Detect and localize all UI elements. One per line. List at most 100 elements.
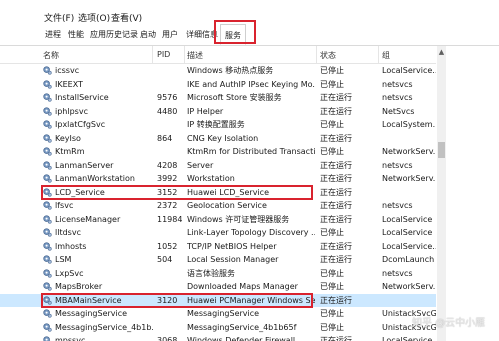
service-pid: 504 xyxy=(157,255,173,264)
tab-users[interactable]: 用户 xyxy=(162,29,178,40)
gear-service-icon xyxy=(43,133,52,143)
service-description: MessagingService_4b1b65f xyxy=(187,322,297,332)
service-name: lmhosts xyxy=(55,241,87,251)
service-name: InstallService xyxy=(55,93,109,102)
service-name: IpxlatCfgSvc xyxy=(55,120,106,129)
table-row[interactable]: lltdsvc Link-Layer Topology Discovery ...… xyxy=(0,226,436,240)
service-group: NetSvcs xyxy=(382,106,415,116)
gear-service-icon xyxy=(43,66,52,75)
service-group: LocalService xyxy=(382,228,433,237)
service-group: NetworkServ... xyxy=(382,174,436,183)
menu-file[interactable]: 文件(F) xyxy=(44,11,74,24)
service-description: IKE and AuthIP IPsec Keying Mo... xyxy=(187,79,315,89)
table-row[interactable]: MessagingService MessagingService 已停止 Unist… xyxy=(0,307,436,321)
row-highlight-box xyxy=(41,184,313,200)
column-divider[interactable] xyxy=(152,46,153,63)
column-divider[interactable] xyxy=(316,46,317,63)
service-description: Windows 移动热点服务 xyxy=(187,66,274,75)
service-status: 正在运行 xyxy=(320,201,352,210)
service-status: 已停止 xyxy=(320,66,344,75)
service-status: 已停止 xyxy=(320,147,344,156)
gear-service-icon xyxy=(43,255,52,264)
service-group: netsvcs xyxy=(382,160,413,170)
service-description: IP 转换配置服务 xyxy=(187,120,245,129)
service-name: LxpSvc xyxy=(55,268,84,278)
table-row[interactable]: IpxlatCfgSvc IP 转换配置服务 已停止 LocalSystem... xyxy=(0,118,436,132)
service-status: 正在运行 xyxy=(320,214,352,224)
gear-service-icon xyxy=(43,174,52,183)
service-group: LocalService... xyxy=(382,336,436,341)
column-divider[interactable] xyxy=(184,46,185,63)
service-description: IP Helper xyxy=(187,106,224,116)
scroll-up-arrow-icon[interactable]: ▲ xyxy=(438,48,445,56)
service-pid: 3992 xyxy=(157,174,178,183)
service-pid: 3068 xyxy=(157,336,178,341)
service-description: Windows Defender Firewall xyxy=(187,336,296,341)
service-name: LanmanWorkstation xyxy=(55,174,135,183)
service-name: LSM xyxy=(55,255,72,264)
service-name: lltdsvc xyxy=(55,228,81,237)
table-header: 名称 PID 描述 状态 组 xyxy=(0,46,436,64)
column-divider[interactable] xyxy=(378,46,379,63)
service-name: lfsvc xyxy=(55,201,74,210)
service-description: Local Session Manager xyxy=(187,255,279,264)
table-row[interactable]: icssvc Windows 移动热点服务 已停止 LocalService... xyxy=(0,64,436,78)
service-group: LocalSystem... xyxy=(382,120,436,129)
gear-service-icon xyxy=(43,282,52,291)
service-name: icssvc xyxy=(55,66,80,75)
services-table: 名称 PID 描述 状态 组 icssvc Windows 移动热点服务 已停止 Lo… xyxy=(0,46,436,341)
table-row[interactable]: MapsBroker Downloaded Maps Manager 已停止 Netw… xyxy=(0,280,436,294)
service-description: Server xyxy=(187,160,214,170)
tab-app-history[interactable]: 应用历史记录 xyxy=(90,29,138,40)
service-group: NetworkServ... xyxy=(382,147,436,156)
column-header-name[interactable]: 名称 xyxy=(43,50,59,61)
table-row[interactable]: LanmanWorkstation 3992 Workstation 正在运行 Netw… xyxy=(0,172,436,186)
menu-options[interactable]: 选项(O) xyxy=(78,11,110,24)
tab-startup[interactable]: 启动 xyxy=(140,29,156,40)
column-header-status[interactable]: 状态 xyxy=(320,50,336,61)
service-status: 正在运行 xyxy=(320,174,352,183)
service-description: 语言体验服务 xyxy=(187,268,235,278)
service-description: Link-Layer Topology Discovery ... xyxy=(187,228,315,237)
table-row[interactable]: LicenseManager 11984 Windows 许可证管理器服务 正在运行 L… xyxy=(0,213,436,227)
table-row[interactable]: lfsvc 2372 Geolocation Service 正在运行 netsvcs xyxy=(0,199,436,213)
table-row[interactable]: KeyIso 864 CNG Key Isolation 正在运行 xyxy=(0,132,436,146)
service-status: 已停止 xyxy=(320,228,344,237)
column-header-pid[interactable]: PID xyxy=(157,50,170,59)
column-header-description[interactable]: 描述 xyxy=(187,50,203,61)
table-row[interactable]: KtmRm KtmRm for Distributed Transacti... 已… xyxy=(0,145,436,159)
service-status: 正在运行 xyxy=(320,133,352,143)
service-pid: 9576 xyxy=(157,93,178,102)
service-description: Downloaded Maps Manager xyxy=(187,282,298,291)
service-group: NetworkServ... xyxy=(382,282,436,291)
table-row[interactable]: LanmanServer 4208 Server 正在运行 netsvcs xyxy=(0,159,436,173)
service-description: Windows 许可证管理器服务 xyxy=(187,214,290,224)
table-row[interactable]: iphlpsvc 4480 IP Helper 正在运行 NetSvcs xyxy=(0,105,436,119)
tab-processes[interactable]: 进程 xyxy=(45,29,61,40)
service-status: 正在运行 xyxy=(320,295,352,305)
table-row[interactable]: InstallService 9576 Microsoft Store 安装服务 正在… xyxy=(0,91,436,105)
service-description: Geolocation Service xyxy=(187,201,267,210)
gear-service-icon xyxy=(43,160,52,170)
table-row[interactable]: IKEEXT IKE and AuthIP IPsec Keying Mo... 已… xyxy=(0,78,436,92)
service-status: 正在运行 xyxy=(320,336,352,341)
vertical-scrollbar[interactable]: ▲ xyxy=(437,46,446,341)
service-name: KeyIso xyxy=(55,133,81,143)
service-description: TCP/IP NetBIOS Helper xyxy=(187,241,277,251)
table-row[interactable]: LxpSvc 语言体验服务 已停止 netsvcs xyxy=(0,267,436,281)
service-status: 已停止 xyxy=(320,282,344,291)
service-group: netsvcs xyxy=(382,93,413,102)
menu-view[interactable]: 查看(V) xyxy=(111,11,142,24)
table-row[interactable]: LSM 504 Local Session Manager 正在运行 DcomLaunc… xyxy=(0,253,436,267)
service-description: Workstation xyxy=(187,174,235,183)
gear-service-icon xyxy=(43,79,52,89)
table-row[interactable]: mpssvc 3068 Windows Defender Firewall 正在运行 L… xyxy=(0,334,436,341)
column-header-group[interactable]: 组 xyxy=(382,50,390,61)
table-row[interactable]: MessagingService_4b1b... MessagingService… xyxy=(0,321,436,335)
scrollbar-thumb[interactable] xyxy=(438,142,445,158)
gear-service-icon xyxy=(43,228,52,237)
table-row[interactable]: lmhosts 1052 TCP/IP NetBIOS Helper 正在运行 Loca… xyxy=(0,240,436,254)
service-status: 正在运行 xyxy=(320,93,352,102)
service-status: 已停止 xyxy=(320,120,344,129)
tab-performance[interactable]: 性能 xyxy=(68,29,84,40)
